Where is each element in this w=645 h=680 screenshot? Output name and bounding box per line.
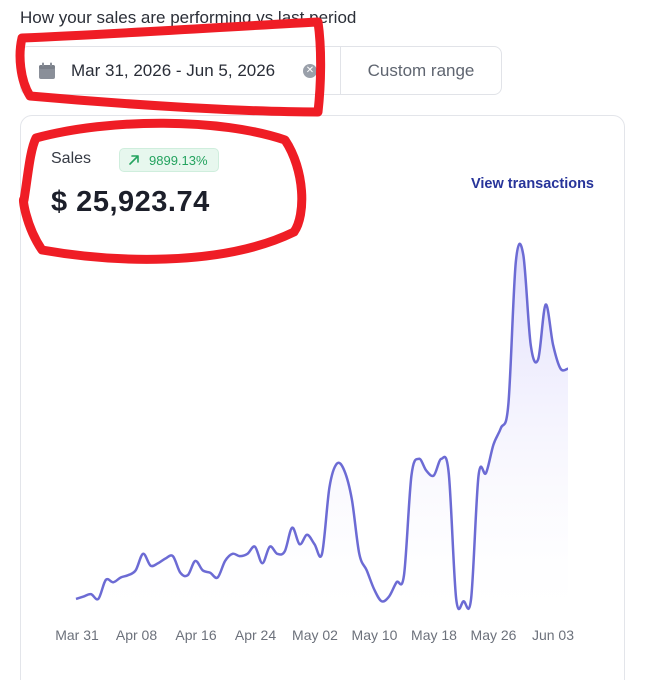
page-subtitle: How your sales are performing vs last pe…	[20, 8, 357, 27]
date-range-control: Mar 31, 2026 - Jun 5, 2026 ✕ Custom rang…	[20, 46, 502, 95]
date-range-text: Mar 31, 2026 - Jun 5, 2026	[71, 60, 276, 80]
sales-label: Sales	[51, 150, 92, 167]
clear-icon[interactable]: ✕	[303, 64, 317, 78]
arrow-up-right-icon	[129, 155, 139, 165]
change-value: 9899.13%	[149, 152, 208, 168]
calendar-icon	[37, 61, 57, 81]
date-range-picker[interactable]: Mar 31, 2026 - Jun 5, 2026 ✕	[21, 47, 341, 94]
sales-total: $ 25,923.74	[51, 186, 210, 218]
change-badge: 9899.13%	[119, 148, 219, 172]
sales-report-page: How your sales are performing vs last pe…	[0, 0, 645, 680]
sales-card: Sales 9899.13% $ 25,923.74 View transact…	[20, 115, 625, 680]
custom-range-button[interactable]: Custom range	[341, 47, 501, 94]
view-transactions-link[interactable]: View transactions	[471, 176, 594, 192]
